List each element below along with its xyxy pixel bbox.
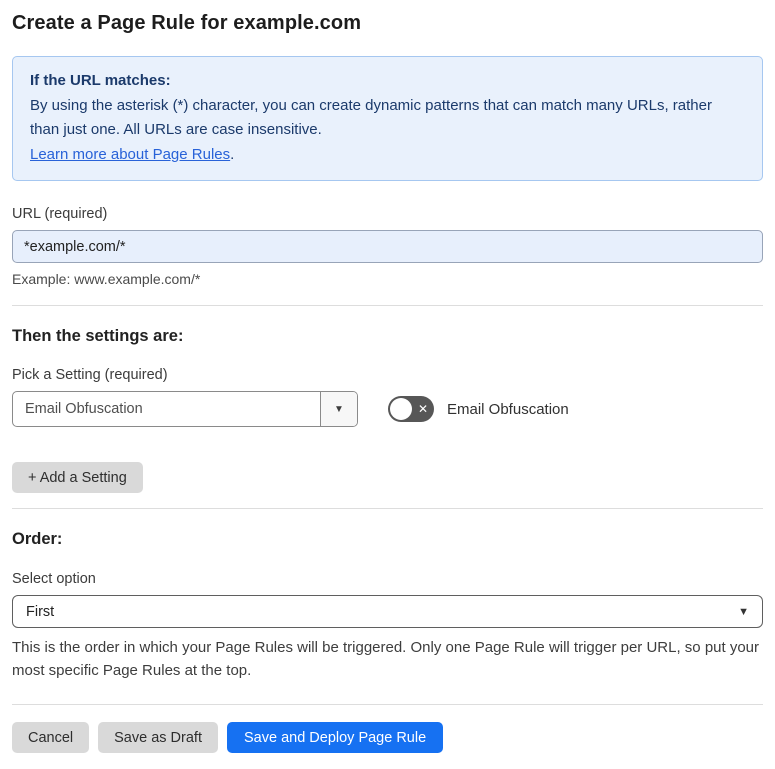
- pick-setting-label: Pick a Setting (required): [12, 367, 168, 383]
- select-option-label: Select option: [12, 571, 96, 587]
- url-matches-info-box: If the URL matches: By using the asteris…: [12, 56, 763, 181]
- email-obfuscation-toggle[interactable]: ✕: [388, 396, 434, 422]
- url-example-text: Example: www.example.com/*: [12, 271, 201, 287]
- footer-actions: Cancel Save as Draft Save and Deploy Pag…: [12, 722, 763, 753]
- url-label: URL (required): [12, 206, 108, 222]
- setting-dropdown-value: Email Obfuscation: [25, 401, 143, 417]
- add-setting-button[interactable]: + Add a Setting: [12, 462, 143, 493]
- divider: [12, 508, 763, 509]
- toggle-group: ✕ Email Obfuscation: [388, 396, 569, 422]
- cancel-button[interactable]: Cancel: [12, 722, 90, 753]
- info-box-heading: If the URL matches:: [30, 72, 171, 89]
- page-title: Create a Page Rule for example.com: [12, 12, 362, 34]
- dropdown-caret-icon[interactable]: ▼: [320, 392, 357, 426]
- toggle-off-x-icon: ✕: [417, 402, 428, 416]
- settings-section-heading: Then the settings are:: [12, 327, 184, 345]
- setting-dropdown[interactable]: Email Obfuscation ▼: [12, 391, 358, 427]
- toggle-label: Email Obfuscation: [447, 400, 569, 418]
- setting-row: Email Obfuscation ▼ ✕ Email Obfuscation: [12, 391, 763, 427]
- save-deploy-button[interactable]: Save and Deploy Page Rule: [226, 722, 444, 753]
- order-section-heading: Order:: [12, 530, 63, 548]
- order-select[interactable]: First ▼: [12, 595, 763, 628]
- create-page-rule-form: Create a Page Rule for example.com If th…: [12, 12, 763, 753]
- divider: [12, 704, 763, 705]
- order-select-value: First: [26, 603, 55, 620]
- toggle-knob: [390, 398, 412, 420]
- order-help-text: This is the order in which your Page Rul…: [12, 639, 760, 679]
- url-input[interactable]: [12, 230, 763, 263]
- divider: [12, 305, 763, 306]
- learn-more-link[interactable]: Learn more about Page Rules: [30, 146, 230, 163]
- link-suffix: .: [230, 145, 235, 163]
- save-draft-button[interactable]: Save as Draft: [98, 722, 218, 753]
- info-box-body: By using the asterisk (*) character, you…: [30, 96, 712, 139]
- select-caret-icon: ▼: [738, 605, 749, 618]
- info-box-link-line: Learn more about Page Rules.: [30, 143, 745, 168]
